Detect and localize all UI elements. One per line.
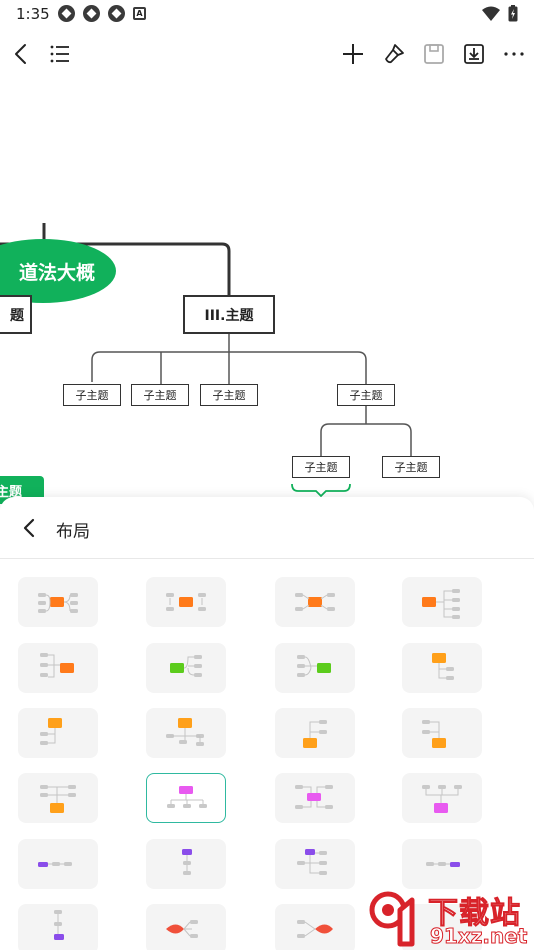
app-notification-icon bbox=[83, 5, 100, 22]
sheet-header: 布局 bbox=[0, 497, 534, 559]
layout-option-10[interactable] bbox=[146, 708, 226, 758]
layout-thumbnail-icon bbox=[422, 720, 446, 748]
layout-thumbnail-icon bbox=[422, 785, 462, 813]
status-bar: 1:35 A bbox=[0, 0, 534, 28]
layout-option-15[interactable] bbox=[275, 773, 355, 823]
add-button[interactable] bbox=[339, 40, 367, 68]
layout-sheet: 布局 bbox=[0, 497, 534, 950]
nested-subtopic[interactable]: 子主题 bbox=[382, 456, 440, 478]
layout-thumbnail-icon bbox=[426, 862, 460, 867]
format-brush-icon bbox=[385, 44, 404, 64]
layout-option-9[interactable] bbox=[18, 708, 98, 758]
main-topic[interactable]: III.主题 bbox=[183, 295, 275, 334]
system-icons bbox=[482, 5, 518, 22]
a-icon: A bbox=[133, 7, 146, 20]
layout-option-14[interactable] bbox=[146, 773, 226, 823]
layout-thumbnail-icon bbox=[297, 849, 327, 875]
layout-option-12[interactable] bbox=[402, 708, 482, 758]
layout-thumbnail-icon bbox=[40, 653, 74, 678]
mindmap-canvas[interactable]: 道法大概 题 III.主题 子主题 子主题 子主题 子主题 子主题 子主题 bbox=[0, 80, 534, 520]
layout-option-21[interactable] bbox=[18, 904, 98, 950]
layout-thumbnail-icon bbox=[422, 589, 460, 619]
back-icon bbox=[15, 44, 26, 64]
layout-option-5[interactable] bbox=[18, 643, 98, 693]
battery-icon bbox=[508, 5, 518, 22]
notification-icons: A bbox=[58, 5, 146, 22]
layout-option-3[interactable] bbox=[275, 577, 355, 627]
wifi-icon bbox=[482, 6, 500, 21]
app-screen: 1:35 A 道法大概 题 III.主题 子主题 子主题 子主题 子主题 子主题… bbox=[0, 0, 534, 950]
layout-thumbnail-icon bbox=[297, 920, 333, 938]
layout-option-19[interactable] bbox=[275, 839, 355, 889]
outline-button[interactable] bbox=[46, 40, 74, 68]
subtopic[interactable]: 子主题 bbox=[63, 384, 121, 406]
layout-thumbnail-icon bbox=[297, 655, 331, 677]
export-button[interactable] bbox=[460, 40, 488, 68]
layout-option-17[interactable] bbox=[18, 839, 98, 889]
more-icon bbox=[504, 52, 524, 56]
layout-thumbnail-icon bbox=[40, 785, 76, 813]
layout-option-4[interactable] bbox=[402, 577, 482, 627]
app-notification-icon bbox=[58, 5, 75, 22]
left-topic[interactable]: 题 bbox=[0, 295, 32, 334]
layout-option-11[interactable] bbox=[275, 708, 355, 758]
top-toolbar bbox=[0, 28, 534, 80]
outline-icon bbox=[50, 45, 69, 63]
more-button[interactable] bbox=[500, 40, 528, 68]
layout-thumbnail-icon bbox=[295, 785, 333, 809]
layout-thumbnail-icon bbox=[38, 593, 78, 613]
layout-thumbnail-icon bbox=[303, 720, 327, 748]
sheet-back-button[interactable] bbox=[16, 515, 42, 541]
layout-option-23[interactable] bbox=[275, 904, 355, 950]
layout-option-7[interactable] bbox=[275, 643, 355, 693]
app-notification-icon bbox=[108, 5, 125, 22]
layout-option-8[interactable] bbox=[402, 643, 482, 693]
layout-thumbnail-icon bbox=[40, 718, 62, 745]
layout-option-13[interactable] bbox=[18, 773, 98, 823]
layout-option-1[interactable] bbox=[18, 577, 98, 627]
subtopic[interactable]: 子主题 bbox=[200, 384, 258, 406]
export-icon bbox=[464, 44, 484, 64]
layout-thumbnail-icon bbox=[167, 786, 207, 808]
layout-option-22[interactable] bbox=[146, 904, 226, 950]
layout-thumbnail-icon bbox=[166, 920, 198, 938]
back-button[interactable] bbox=[8, 40, 36, 68]
add-icon bbox=[343, 44, 363, 64]
layout-thumbnail-icon bbox=[166, 718, 204, 746]
layout-option-2[interactable] bbox=[146, 577, 226, 627]
subtopic[interactable]: 子主题 bbox=[337, 384, 395, 406]
layout-thumbnail-icon bbox=[170, 655, 202, 677]
status-time: 1:35 bbox=[16, 5, 50, 23]
layout-thumbnail-icon bbox=[38, 862, 72, 867]
layout-option-6[interactable] bbox=[146, 643, 226, 693]
layout-thumbnail-icon bbox=[182, 849, 192, 875]
chevron-left-icon bbox=[23, 518, 35, 538]
layout-thumbnail-icon bbox=[295, 593, 335, 611]
watermark-logo-icon bbox=[369, 891, 415, 947]
watermark: 下载站 91xz.net bbox=[358, 886, 534, 950]
save-button[interactable] bbox=[420, 40, 448, 68]
subtopic[interactable]: 子主题 bbox=[131, 384, 189, 406]
watermark-url: 91xz.net bbox=[429, 924, 528, 949]
layout-thumbnail-icon bbox=[54, 910, 64, 940]
layout-option-18[interactable] bbox=[146, 839, 226, 889]
layout-thumbnail-icon bbox=[432, 653, 454, 680]
nested-subtopic[interactable]: 子主题 bbox=[292, 456, 350, 478]
layout-thumbnail-icon bbox=[166, 593, 206, 611]
format-brush-button[interactable] bbox=[380, 40, 408, 68]
layout-option-16[interactable] bbox=[402, 773, 482, 823]
layout-option-20[interactable] bbox=[402, 839, 482, 889]
save-icon bbox=[424, 44, 444, 64]
sheet-title: 布局 bbox=[56, 522, 90, 542]
